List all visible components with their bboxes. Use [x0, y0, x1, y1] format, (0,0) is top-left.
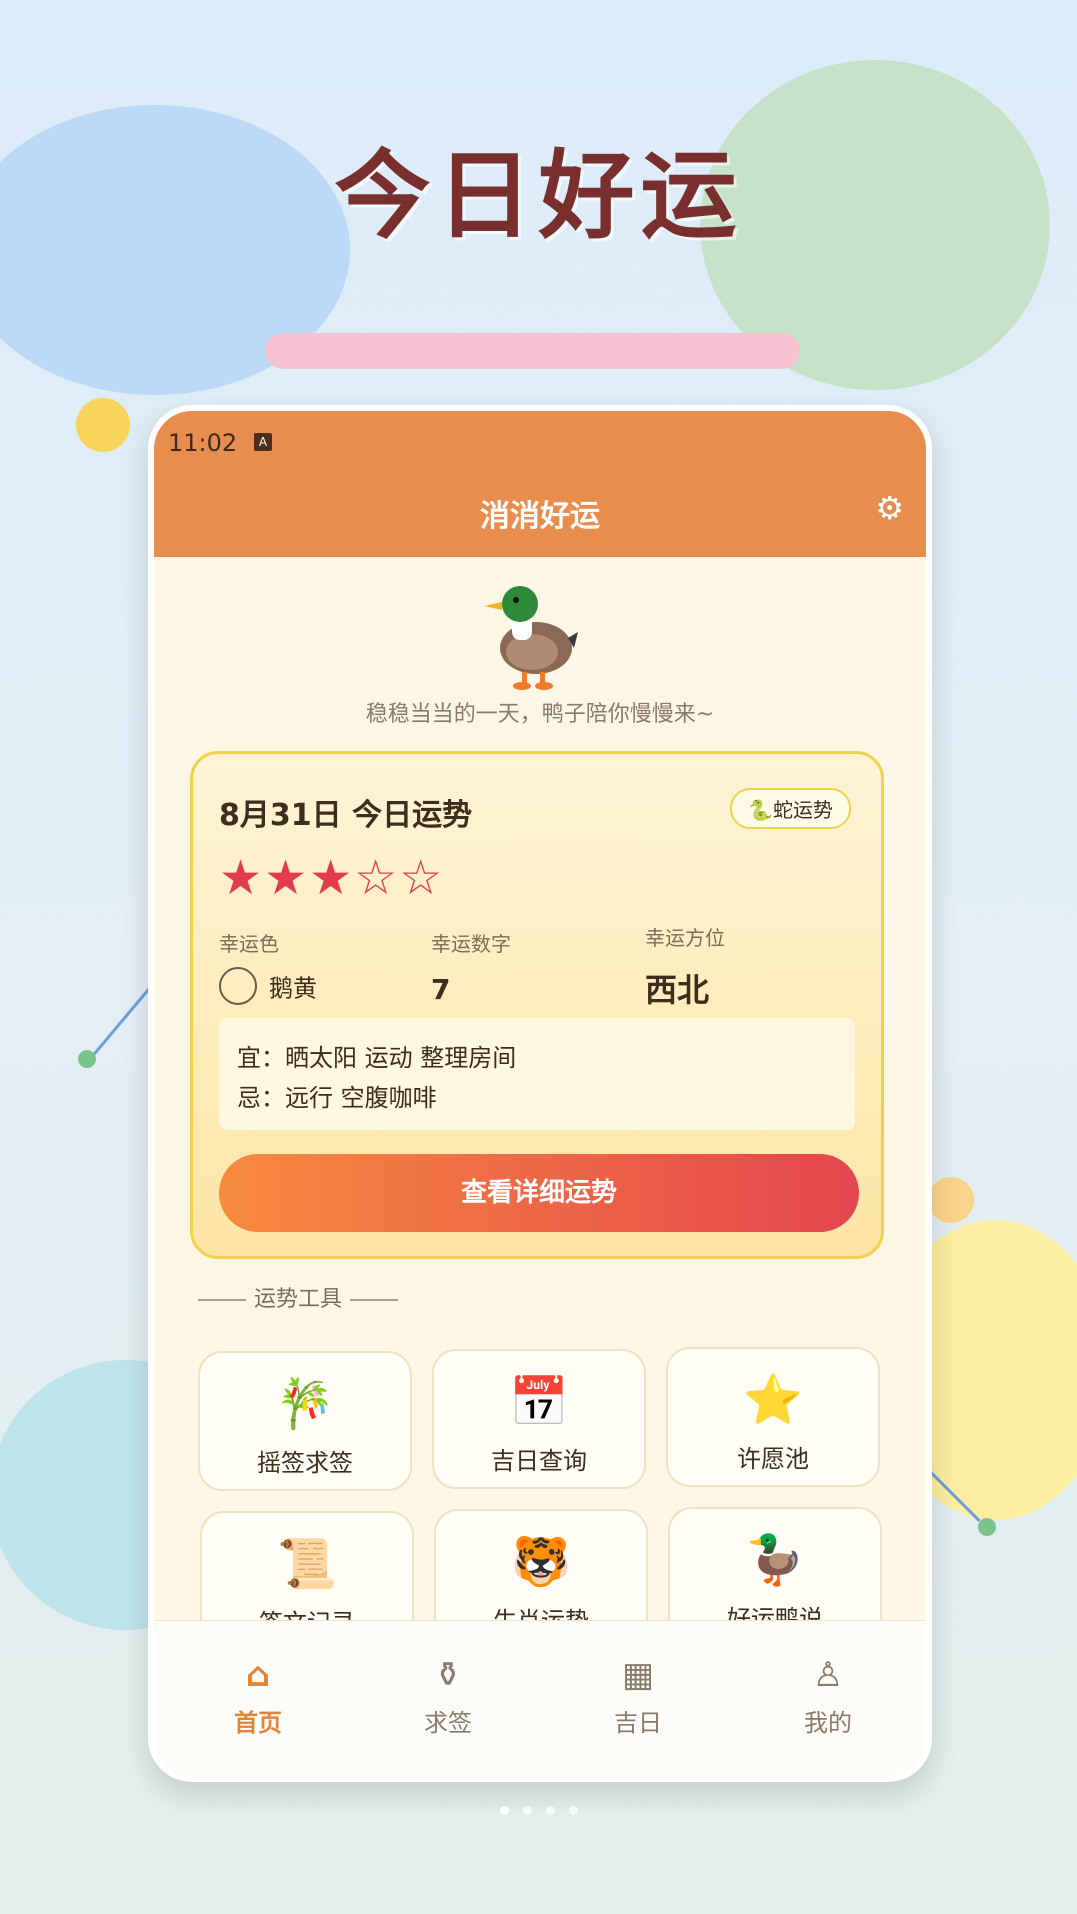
lucky-direction: 幸运方位 西北 [645, 922, 725, 1011]
nav-profile[interactable]: ♙ 我的 [768, 1653, 888, 1738]
lucky-color: 幸运色 鹅黄 [219, 928, 317, 1005]
nav-label: 求签 [424, 1709, 472, 1737]
lucky-color-label: 幸运色 [219, 932, 279, 956]
tool-label: 摇签求签 [257, 1449, 353, 1477]
advice-box: 宜：晒太阳 运动 整理房间 忌：远行 空腹咖啡 [219, 1018, 855, 1130]
lucky-color-swatch [219, 967, 257, 1005]
tool-label: 吉日查询 [491, 1447, 587, 1475]
promo-title: 今日好运 [334, 140, 743, 252]
tools-section-title: 运势工具 [190, 1281, 406, 1313]
tool-wish-pool[interactable]: ⭐ 许愿池 [666, 1347, 880, 1487]
decor-node-left [78, 1050, 96, 1068]
nav-fortune-stick[interactable]: ⚱ 求签 [388, 1653, 508, 1738]
duck-icon: 🦆 [745, 1532, 805, 1588]
decor-orange-dot [928, 1177, 974, 1223]
lucky-color-value: 鹅黄 [269, 974, 317, 1003]
scroll-icon: 📜 [277, 1536, 337, 1592]
page-dot [522, 1806, 532, 1815]
view-detail-button[interactable]: 查看详细运势 [219, 1154, 859, 1232]
decor-yellow-dot [76, 398, 130, 452]
lucky-number-value: 7 [431, 973, 451, 1006]
fortune-stick-icon: ⚱ [433, 1655, 463, 1695]
tool-label: 许愿池 [737, 1445, 809, 1473]
lucky-direction-label: 幸运方位 [645, 926, 725, 950]
rating-stars: ★★★☆☆ [219, 850, 444, 906]
lucky-number-label: 幸运数字 [431, 932, 511, 956]
mascot-subtitle: 稳稳当当的一天，鸭子陪你慢慢来~ [365, 702, 715, 727]
app-title: 消消好运 [480, 499, 600, 534]
app-bar: 11:02 A 消消好运 ⚙ [154, 411, 926, 557]
tool-draw-lot[interactable]: 🎋 摇签求签 [198, 1351, 412, 1491]
tiger-icon: 🐯 [511, 1534, 571, 1590]
duck-icon [484, 586, 578, 690]
stars-filled: ★★★ [219, 850, 355, 906]
star-icon: ⭐ [743, 1372, 803, 1428]
tool-lucky-day[interactable]: 📅 吉日查询 [432, 1349, 646, 1489]
calendar-icon: ▦ [621, 1655, 655, 1695]
status-time: 11:02 [168, 429, 238, 457]
nav-label: 首页 [234, 1709, 282, 1737]
advice-dont: 忌：远行 空腹咖啡 [237, 1084, 437, 1112]
fortune-card: 8月31日 今日运势 🐍蛇运势 ★★★☆☆ 幸运色 鹅黄 幸运数字 7 幸运方位… [190, 751, 884, 1259]
nav-label: 吉日 [614, 1709, 662, 1737]
advice-do: 宜：晒太阳 运动 整理房间 [237, 1044, 517, 1072]
tools-section-label: 运势工具 [254, 1287, 343, 1312]
page-dot [568, 1806, 578, 1815]
nav-label: 我的 [804, 1709, 852, 1737]
gear-icon[interactable]: ⚙ [875, 489, 904, 527]
bamboo-icon: 🎋 [275, 1376, 335, 1432]
stars-empty: ☆☆ [354, 850, 445, 906]
phone-screen: 11:02 A 消消好运 ⚙ 稳稳当当的一天，鸭子陪你慢慢来~ 8月31日 今日… [148, 405, 932, 1782]
decor-pink-bar [265, 333, 800, 369]
page-dot [545, 1806, 555, 1815]
page-indicator [0, 1800, 1077, 1819]
home-icon: ⌂ [245, 1655, 271, 1695]
zodiac-badge[interactable]: 🐍蛇运势 [730, 788, 851, 829]
nav-home[interactable]: ⌂ 首页 [198, 1653, 318, 1738]
bottom-nav: ⌂ 首页 ⚱ 求签 ▦ 吉日 ♙ 我的 [154, 1620, 926, 1776]
lucky-direction-value: 西北 [645, 971, 710, 1009]
nav-lucky-day[interactable]: ▦ 吉日 [578, 1653, 698, 1738]
lucky-number: 幸运数字 7 [431, 928, 511, 1006]
page-dot [499, 1806, 509, 1815]
profile-icon: ♙ [812, 1655, 844, 1695]
decor-node-right [978, 1518, 996, 1536]
calendar-icon: 📅 [509, 1374, 569, 1430]
status-indicator-icon: A [254, 433, 272, 451]
fortune-title: 8月31日 今日运势 [219, 798, 473, 833]
